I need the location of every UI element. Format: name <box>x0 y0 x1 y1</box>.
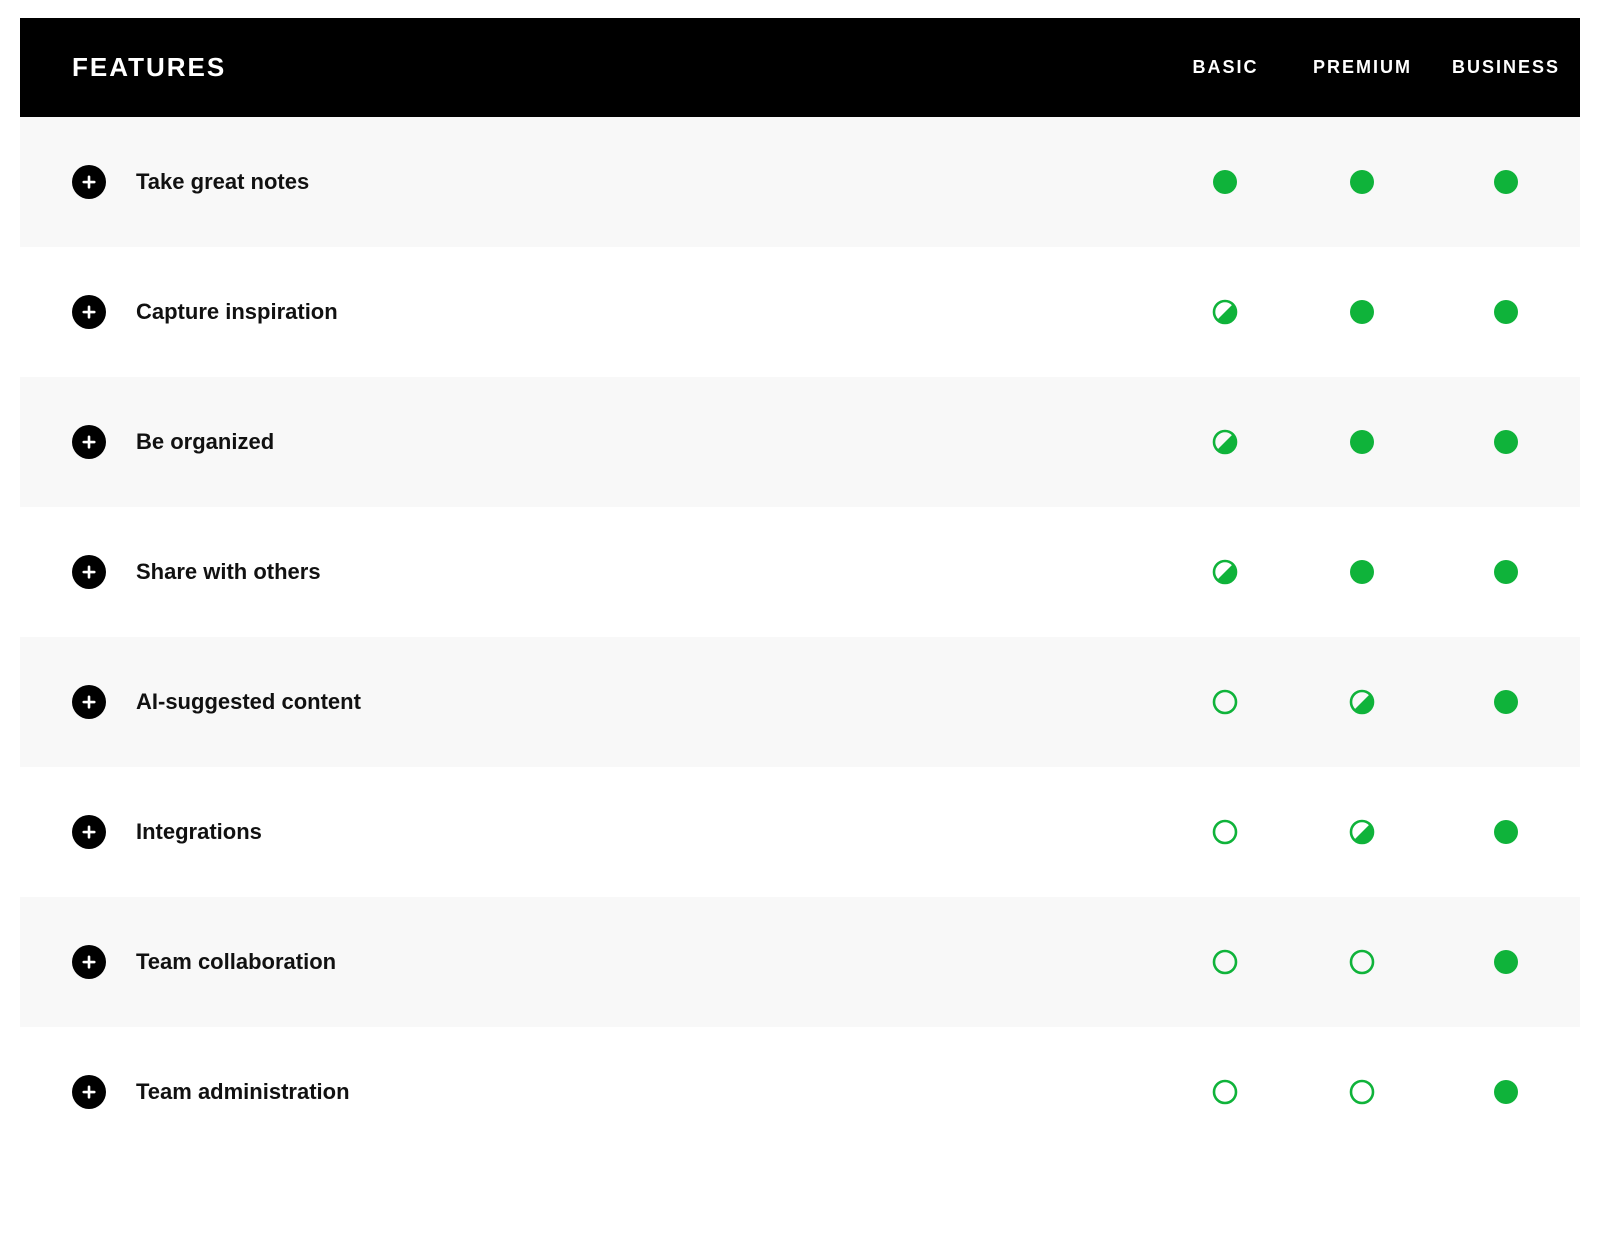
status-full-icon <box>1212 169 1238 195</box>
status-full-icon <box>1493 1079 1519 1105</box>
plan-status-cell <box>1158 507 1293 637</box>
plus-icon <box>80 823 98 841</box>
plus-icon <box>80 563 98 581</box>
plan-status-cell <box>1432 377 1580 507</box>
table-row: Team collaboration <box>20 897 1580 1027</box>
feature-cell: Team administration <box>20 1027 1158 1157</box>
expand-row-button[interactable] <box>72 295 106 329</box>
table-row: AI-suggested content <box>20 637 1580 767</box>
plan-status-cell <box>1158 377 1293 507</box>
plan-status-cell <box>1293 1027 1432 1157</box>
plan-status-cell <box>1432 247 1580 377</box>
feature-cell: Be organized <box>20 377 1158 507</box>
plan-status-cell <box>1432 1027 1580 1157</box>
plan-status-cell <box>1158 117 1293 247</box>
feature-label: Capture inspiration <box>136 299 338 325</box>
plan-status-cell <box>1158 1027 1293 1157</box>
feature-comparison-table: FEATURES BASIC PREMIUM BUSINESS Take gre… <box>20 18 1580 1157</box>
feature-cell: Capture inspiration <box>20 247 1158 377</box>
table-header-row: FEATURES BASIC PREMIUM BUSINESS <box>20 18 1580 117</box>
feature-cell: Integrations <box>20 767 1158 897</box>
table-row: Integrations <box>20 767 1580 897</box>
status-empty-icon <box>1349 949 1375 975</box>
expand-row-button[interactable] <box>72 425 106 459</box>
plan-status-cell <box>1293 247 1432 377</box>
plan-status-cell <box>1432 897 1580 1027</box>
status-empty-icon <box>1212 819 1238 845</box>
table-row: Be organized <box>20 377 1580 507</box>
header-plan-premium: PREMIUM <box>1293 18 1432 117</box>
status-partial-icon <box>1212 429 1238 455</box>
plan-status-cell <box>1293 897 1432 1027</box>
status-partial-icon <box>1349 819 1375 845</box>
status-full-icon <box>1493 819 1519 845</box>
feature-label: Integrations <box>136 819 262 845</box>
plan-status-cell <box>1293 377 1432 507</box>
header-plan-business: BUSINESS <box>1432 18 1580 117</box>
table-row: Capture inspiration <box>20 247 1580 377</box>
status-partial-icon <box>1349 689 1375 715</box>
plus-icon <box>80 1083 98 1101</box>
status-full-icon <box>1493 169 1519 195</box>
plan-status-cell <box>1432 507 1580 637</box>
feature-cell: Team collaboration <box>20 897 1158 1027</box>
table-row: Share with others <box>20 507 1580 637</box>
plus-icon <box>80 303 98 321</box>
feature-label: Team administration <box>136 1079 350 1105</box>
status-full-icon <box>1493 429 1519 455</box>
plan-status-cell <box>1158 247 1293 377</box>
status-empty-icon <box>1212 949 1238 975</box>
plan-status-cell <box>1293 117 1432 247</box>
status-full-icon <box>1349 169 1375 195</box>
feature-label: Be organized <box>136 429 274 455</box>
status-full-icon <box>1349 559 1375 585</box>
status-full-icon <box>1493 299 1519 325</box>
expand-row-button[interactable] <box>72 165 106 199</box>
table-row: Take great notes <box>20 117 1580 247</box>
status-empty-icon <box>1349 1079 1375 1105</box>
feature-label: Share with others <box>136 559 321 585</box>
feature-cell: AI-suggested content <box>20 637 1158 767</box>
status-full-icon <box>1493 689 1519 715</box>
status-partial-icon <box>1212 299 1238 325</box>
plan-status-cell <box>1432 117 1580 247</box>
feature-label: AI-suggested content <box>136 689 361 715</box>
expand-row-button[interactable] <box>72 685 106 719</box>
plus-icon <box>80 433 98 451</box>
plan-status-cell <box>1293 507 1432 637</box>
expand-row-button[interactable] <box>72 555 106 589</box>
feature-cell: Take great notes <box>20 117 1158 247</box>
plan-status-cell <box>1432 767 1580 897</box>
feature-label: Team collaboration <box>136 949 336 975</box>
plus-icon <box>80 693 98 711</box>
plan-status-cell <box>1158 767 1293 897</box>
feature-cell: Share with others <box>20 507 1158 637</box>
expand-row-button[interactable] <box>72 945 106 979</box>
comparison-table-wrap: FEATURES BASIC PREMIUM BUSINESS Take gre… <box>0 0 1600 1175</box>
plan-status-cell <box>1158 897 1293 1027</box>
table-row: Team administration <box>20 1027 1580 1157</box>
expand-row-button[interactable] <box>72 1075 106 1109</box>
status-empty-icon <box>1212 689 1238 715</box>
plan-status-cell <box>1293 767 1432 897</box>
status-full-icon <box>1493 559 1519 585</box>
plus-icon <box>80 953 98 971</box>
expand-row-button[interactable] <box>72 815 106 849</box>
status-full-icon <box>1349 429 1375 455</box>
status-full-icon <box>1349 299 1375 325</box>
status-full-icon <box>1493 949 1519 975</box>
plan-status-cell <box>1158 637 1293 767</box>
plan-status-cell <box>1293 637 1432 767</box>
header-plan-basic: BASIC <box>1158 18 1293 117</box>
plan-status-cell <box>1432 637 1580 767</box>
status-empty-icon <box>1212 1079 1238 1105</box>
header-features: FEATURES <box>20 18 1158 117</box>
plus-icon <box>80 173 98 191</box>
feature-label: Take great notes <box>136 169 309 195</box>
status-partial-icon <box>1212 559 1238 585</box>
